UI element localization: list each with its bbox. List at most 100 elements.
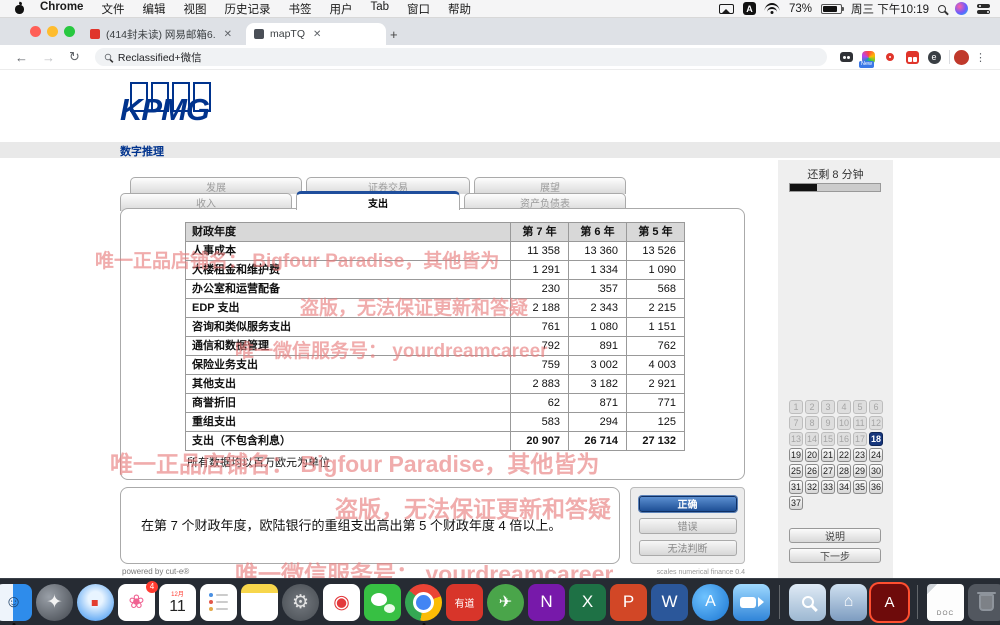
dock-trash[interactable] [968,584,1000,621]
section-bar: 数字推理 [0,142,1000,158]
instructions-button[interactable]: 说明 [789,528,881,543]
reload-button[interactable]: ↻ [69,49,80,65]
wifi-icon[interactable] [765,3,780,14]
question-nav-19[interactable]: 19 [789,448,803,462]
opera-extension[interactable] [883,50,897,64]
e-extension[interactable]: e [927,50,941,64]
question-nav-35[interactable]: 35 [853,480,867,494]
menubar-item-6[interactable]: 书签 [288,1,311,17]
menubar-item-3[interactable]: 编辑 [142,1,165,17]
question-nav-22[interactable]: 22 [837,448,851,462]
screen-mirroring-icon[interactable] [719,4,734,14]
dock-video-call-app[interactable] [733,584,770,621]
dock-reminders[interactable] [200,584,237,621]
answer-button-无法判断[interactable]: 无法判断 [639,540,737,556]
question-nav-21[interactable]: 21 [821,448,835,462]
time-progress-fill [790,184,817,191]
tab-maptq[interactable]: mapTQ ✕ [246,23,386,45]
menubar-item-2[interactable]: 文件 [101,1,124,17]
dock-word[interactable]: W [651,584,688,621]
question-nav-24[interactable]: 24 [869,448,883,462]
question-nav-27[interactable]: 27 [821,464,835,478]
close-window-button[interactable] [30,26,41,37]
dock-powerpoint[interactable]: P [610,584,647,621]
dock-chrome[interactable] [405,584,442,621]
dock-excel[interactable]: X [569,584,606,621]
dock-divider [917,585,918,619]
close-tab-icon[interactable]: ✕ [224,29,232,40]
minimize-window-button[interactable] [47,26,58,37]
question-nav-18[interactable]: 18 [869,432,883,446]
dock-app-store[interactable]: A [692,584,729,621]
question-nav-23[interactable]: 23 [853,448,867,462]
glasses-extension[interactable] [839,50,853,64]
back-button[interactable]: ← [15,50,28,65]
dock-calendar[interactable]: 12月11 [159,584,196,621]
colorful-extension[interactable]: New [861,50,875,64]
netease-mail-icon [90,29,100,39]
dock-launchpad[interactable]: ✦ [36,584,73,621]
menubar-item-4[interactable]: 视图 [183,1,206,17]
question-nav-20[interactable]: 20 [805,448,819,462]
table-row: 其他支出2 8833 1822 921 [186,375,685,394]
question-nav-28[interactable]: 28 [837,464,851,478]
dock-youdao[interactable]: 有道 [446,584,483,621]
dock-tower-folder[interactable]: ⌂ [830,584,867,621]
dock-baidu-netdisk[interactable]: ◉ [323,584,360,621]
table-total-row: 支出（不包含利息）20 90726 71427 132 [186,432,685,451]
dock-system-preferences[interactable]: ⚙ [282,584,319,621]
menubar-item-9[interactable]: 窗口 [407,1,430,17]
tab-发展[interactable]: 发展 [130,177,302,194]
spotlight-icon[interactable] [938,5,946,13]
dock-preview[interactable] [789,584,826,621]
answer-button-错误[interactable]: 错误 [639,518,737,534]
question-nav-31[interactable]: 31 [789,480,803,494]
chrome-menu-icon[interactable]: ⋮ [975,51,986,64]
section-title: 数字推理 [120,143,164,159]
dock-doc-file[interactable]: DOC [927,584,964,621]
red-grid-extension[interactable] [905,50,919,64]
dock-paper-plane-app[interactable]: ✈ [487,584,524,621]
menubar-item-8[interactable]: Tab [370,1,389,17]
input-source-icon[interactable]: A [743,2,756,15]
question-nav-36[interactable]: 36 [869,480,883,494]
menubar-item-5[interactable]: 历史记录 [224,1,270,17]
dock-wechat[interactable] [364,584,401,621]
tab-支出[interactable]: 支出 [296,191,460,210]
address-bar[interactable]: Reclassified+微信 [95,48,827,66]
question-nav-33[interactable]: 33 [821,480,835,494]
dock-finder[interactable]: ☺ [0,584,32,621]
dock-adobe-acrobat[interactable]: A [871,584,908,621]
question-nav-37[interactable]: 37 [789,496,803,510]
cell-value: 762 [627,337,685,356]
dock-photos[interactable]: ❀4 [118,584,155,621]
question-nav-30[interactable]: 30 [869,464,883,478]
answer-button-正确[interactable]: 正确 [639,496,737,512]
tab-netease-mail[interactable]: (414封未读) 网易邮箱6.0版 ✕ [82,23,240,45]
close-tab-icon[interactable]: ✕ [313,29,321,40]
cell-value: 230 [511,280,569,299]
col-header-3: 第 6 年 [569,223,627,242]
dock-safari[interactable]: ◆ [77,584,114,621]
question-nav-7: 7 [789,416,803,430]
question-nav-25[interactable]: 25 [789,464,803,478]
forward-button[interactable]: → [42,50,55,65]
menubar-item-7[interactable]: 用户 [329,1,352,17]
question-nav-32[interactable]: 32 [805,480,819,494]
dock-onenote[interactable]: N [528,584,565,621]
zoom-window-button[interactable] [64,26,75,37]
question-nav-26[interactable]: 26 [805,464,819,478]
next-button[interactable]: 下一步 [789,548,881,563]
dock-notes[interactable] [241,584,278,621]
menubar-item-10[interactable]: 帮助 [448,1,471,17]
siri-icon[interactable] [955,2,968,15]
menubar-clock[interactable]: 周三 下午10:19 [851,1,929,17]
apple-menu-icon[interactable] [14,3,25,14]
question-nav-34[interactable]: 34 [837,480,851,494]
new-tab-button[interactable]: + [390,27,398,42]
profile-avatar[interactable] [954,50,969,65]
question-nav-29[interactable]: 29 [853,464,867,478]
tab-展望[interactable]: 展望 [474,177,626,194]
menubar-item-1[interactable]: Chrome [40,1,83,17]
control-center-icon[interactable] [977,4,990,14]
